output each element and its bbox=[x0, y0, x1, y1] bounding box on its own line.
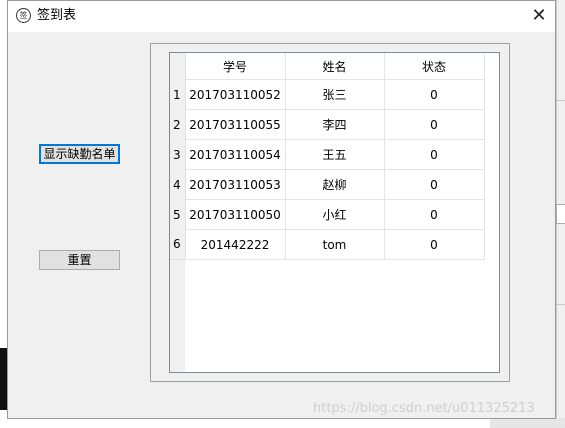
table-row[interactable]: 1 201703110052 张三 0 bbox=[170, 79, 485, 110]
column-header-student-id[interactable]: 学号 bbox=[185, 53, 286, 80]
cell-name[interactable]: 赵柳 bbox=[285, 169, 385, 200]
table-row[interactable]: 6 201442222 tom 0 bbox=[170, 229, 485, 260]
show-absent-list-button[interactable]: 显示缺勤名单 bbox=[39, 144, 120, 164]
reset-button[interactable]: 重置 bbox=[39, 250, 120, 270]
row-number[interactable]: 5 bbox=[170, 199, 186, 230]
window-title: 签到表 bbox=[37, 8, 77, 23]
table-row[interactable]: 5 201703110050 小红 0 bbox=[170, 199, 485, 230]
background-divider bbox=[556, 304, 565, 305]
background-strip bbox=[490, 418, 565, 428]
table-row[interactable]: 4 201703110053 赵柳 0 bbox=[170, 169, 485, 200]
attendance-table: 学号 姓名 状态 1 201703110052 张三 0 2 201703110… bbox=[170, 53, 485, 260]
app-icon: 签 bbox=[16, 8, 31, 23]
row-number[interactable]: 4 bbox=[170, 169, 186, 200]
cell-name[interactable]: 李四 bbox=[285, 109, 385, 140]
background-divider bbox=[556, 100, 565, 101]
cell-name[interactable]: 王五 bbox=[285, 139, 385, 170]
cell-name[interactable]: tom bbox=[285, 229, 385, 260]
cell-status[interactable]: 0 bbox=[384, 139, 485, 170]
cell-status[interactable]: 0 bbox=[384, 79, 485, 110]
background-control-fragment bbox=[556, 204, 565, 224]
header-row: 学号 姓名 状态 bbox=[170, 53, 485, 80]
attendance-grid[interactable]: 学号 姓名 状态 1 201703110052 张三 0 2 201703110… bbox=[169, 52, 500, 373]
close-button[interactable]: ✕ bbox=[523, 1, 555, 32]
cell-name[interactable]: 张三 bbox=[285, 79, 385, 110]
row-number[interactable]: 3 bbox=[170, 139, 186, 170]
table-row[interactable]: 2 201703110055 李四 0 bbox=[170, 109, 485, 140]
cell-student-id[interactable]: 201703110050 bbox=[185, 199, 286, 230]
cell-student-id[interactable]: 201703110054 bbox=[185, 139, 286, 170]
row-number[interactable]: 6 bbox=[170, 229, 186, 260]
cell-student-id[interactable]: 201703110052 bbox=[185, 79, 286, 110]
cell-student-id[interactable]: 201703110055 bbox=[185, 109, 286, 140]
cell-student-id[interactable]: 201703110053 bbox=[185, 169, 286, 200]
sign-in-window: 签 签到表 ✕ 显示缺勤名单 重置 学号 姓名 状态 1 20170311005… bbox=[7, 0, 556, 419]
cell-status[interactable]: 0 bbox=[384, 109, 485, 140]
cell-status[interactable]: 0 bbox=[384, 199, 485, 230]
cell-status[interactable]: 0 bbox=[384, 229, 485, 260]
cell-name[interactable]: 小红 bbox=[285, 199, 385, 230]
table-row[interactable]: 3 201703110054 王五 0 bbox=[170, 139, 485, 170]
cell-status[interactable]: 0 bbox=[384, 169, 485, 200]
row-number[interactable]: 2 bbox=[170, 109, 186, 140]
title-bar[interactable]: 签 签到表 ✕ bbox=[8, 1, 555, 32]
corner-cell bbox=[170, 53, 186, 80]
column-header-status[interactable]: 状态 bbox=[384, 53, 485, 80]
cell-student-id[interactable]: 201442222 bbox=[185, 229, 286, 260]
watermark-text: https://blog.csdn.net/u011325213 bbox=[313, 401, 535, 416]
row-number[interactable]: 1 bbox=[170, 79, 186, 110]
column-header-name[interactable]: 姓名 bbox=[285, 53, 385, 80]
